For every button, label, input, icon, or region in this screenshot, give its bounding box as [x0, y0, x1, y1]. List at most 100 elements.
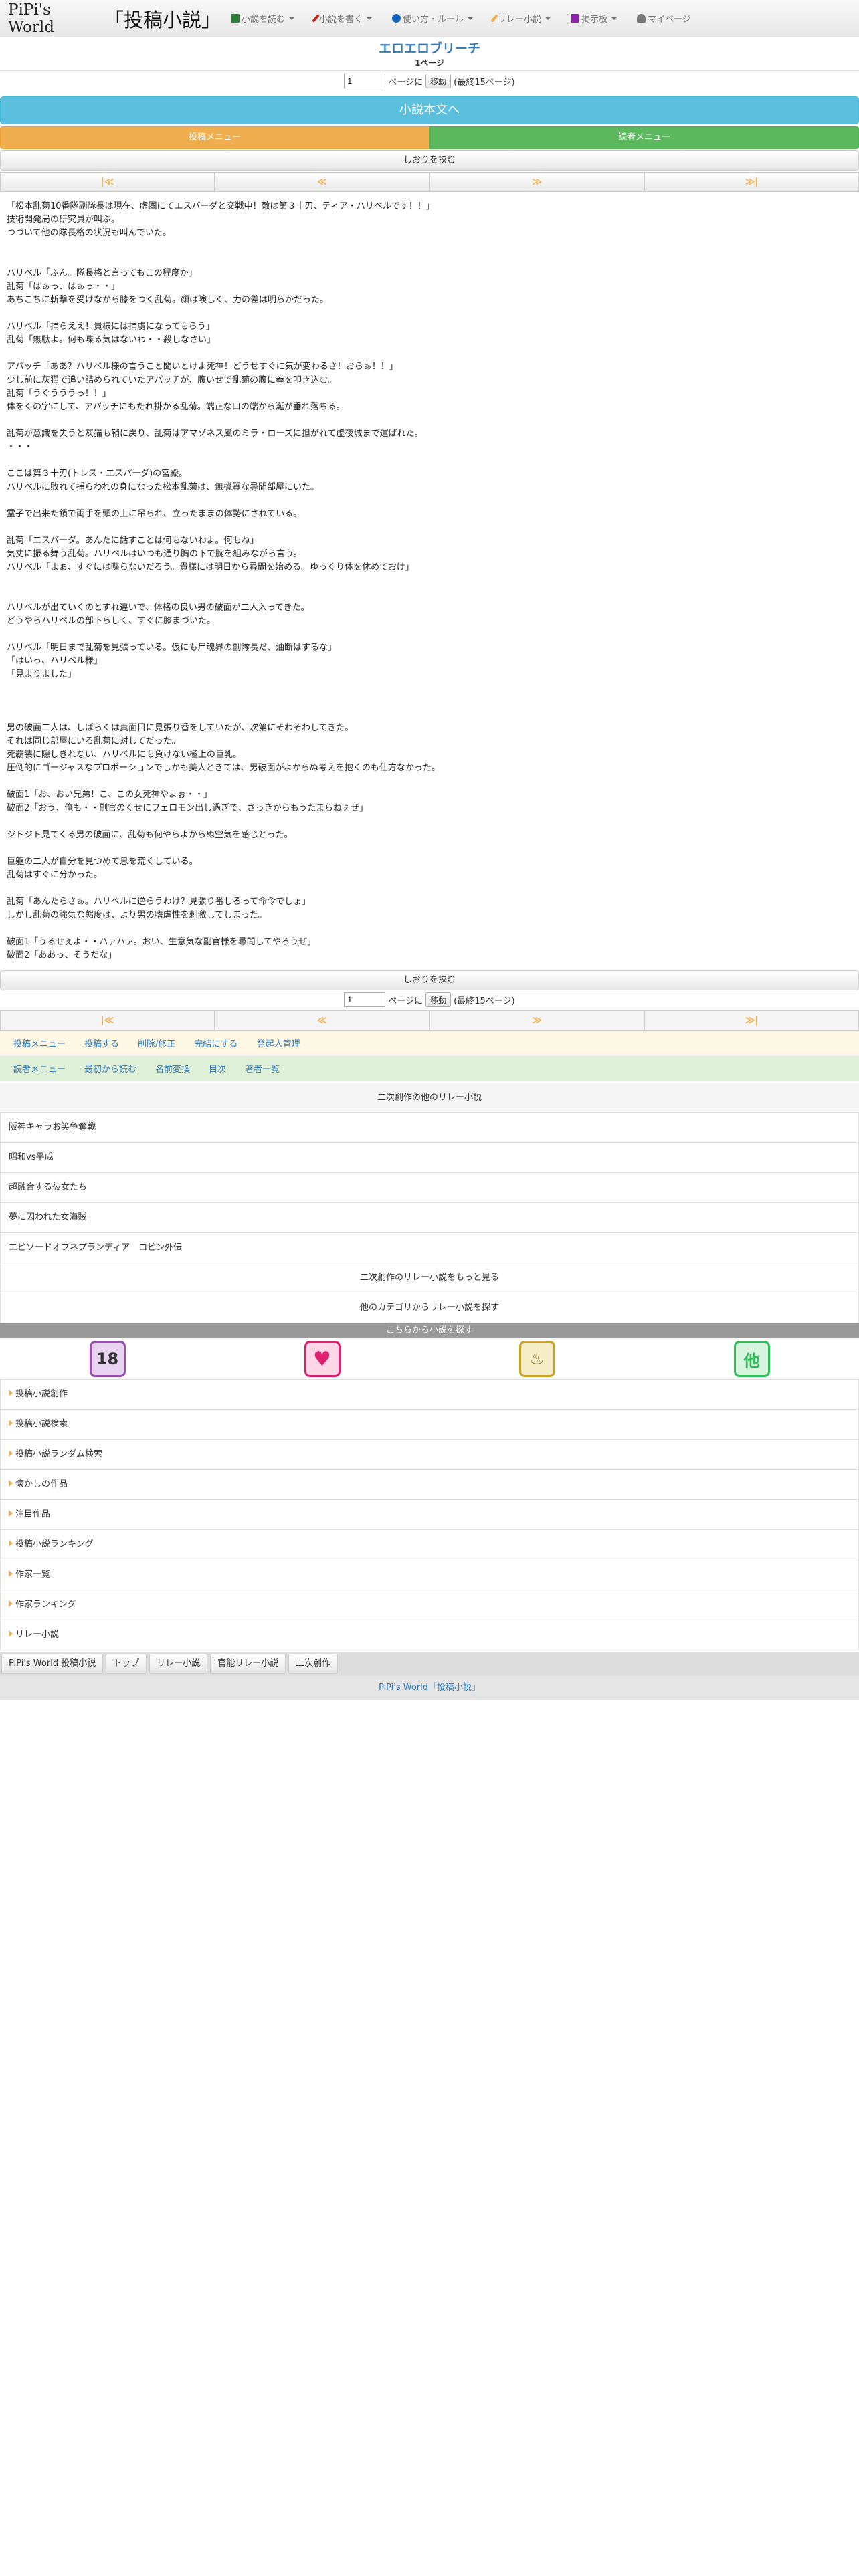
link-label: リレー小説 [15, 1630, 60, 1640]
novel-body-button[interactable]: 小説本文へ [0, 96, 859, 124]
other-icon[interactable]: 他 [733, 1341, 770, 1377]
prev-page-button[interactable]: ≪ [215, 1010, 430, 1031]
other-category-relay-link[interactable]: 他のカテゴリからリレー小説を探す [0, 1293, 859, 1323]
category-label: ♥ [313, 1347, 331, 1371]
story-line: しかし乱菊の強気な態度は、より男の嗜虐性を刺激してしまった。 [7, 910, 267, 920]
link-post-search[interactable]: 投稿小説検索 [0, 1409, 859, 1440]
link-author-list[interactable]: 作家一覧 [0, 1560, 859, 1590]
story-line: ハリベルが出ていくのとすれ違いで、体格の良い男の破面が二人入ってきた。 [7, 603, 310, 613]
link-author-ranking[interactable]: 作家ランキング [0, 1590, 859, 1620]
link-label: 作家ランキング [15, 1600, 76, 1610]
nav-bulletin-board[interactable]: 掲示板 [561, 0, 627, 37]
story-line [7, 628, 852, 641]
nav-read-novels[interactable]: 小説を読む [221, 0, 304, 37]
story-line: ハリベル「捕らええ！貴様には捕虜になってもらう」 [7, 322, 215, 332]
page-number-input[interactable] [344, 992, 386, 1007]
relay-item[interactable]: 夢に囚われた女海賊 [0, 1202, 859, 1233]
caret-down-icon [611, 17, 617, 20]
story-line: 破面2「ああっ、そうだな」 [7, 950, 117, 960]
story-line: 少し前に灰猫で追い詰められていたアパッチが、腹いせで乱菊の腹に拳を叩き込む。 [7, 375, 337, 385]
link-novel-ranking[interactable]: 投稿小説ランキング [0, 1529, 859, 1560]
breadcrumb-item[interactable]: トップ [106, 1654, 147, 1674]
bookmark-button-bottom[interactable]: しおりを挟む [0, 970, 859, 990]
footer-link[interactable]: PiPi's World「投稿小説」 [379, 1683, 480, 1693]
relay-item[interactable]: 昭和vs平成 [0, 1142, 859, 1173]
complete-link[interactable]: 完結にする [185, 1037, 247, 1049]
link-relay-novels[interactable]: リレー小説 [0, 1620, 859, 1650]
first-page-button[interactable]: |≪ [0, 1010, 215, 1031]
pencil-gold-icon [490, 14, 498, 23]
read-from-start-link[interactable]: 最初から読む [75, 1062, 146, 1075]
nav-write-novels[interactable]: 小説を書く [304, 0, 382, 37]
story-line [7, 521, 852, 534]
pencil-icon [312, 14, 320, 23]
story-line [7, 454, 852, 467]
animal-icon[interactable]: ♨ [518, 1341, 555, 1377]
name-convert-link[interactable]: 名前変換 [146, 1062, 199, 1075]
relay-item[interactable]: エピソードオブネプランディア ロビン外伝 [0, 1232, 859, 1263]
adult-18-icon[interactable]: 18 [89, 1341, 126, 1377]
last-page-button[interactable]: ≫| [644, 1010, 859, 1031]
triangle-right-icon [9, 1480, 13, 1487]
novel-title-box: エロエロブリーチ 1ページ [0, 37, 859, 71]
nav-label: マイページ [648, 15, 691, 25]
story-text: 「松本乱菊10番隊副隊長は現在、虚圏にてエスパーダと交戦中！敵は第３十刃、ティア… [0, 192, 859, 969]
breadcrumb-item[interactable]: PiPi's World 投稿小説 [1, 1654, 104, 1674]
link-label: 投稿小説検索 [15, 1419, 68, 1429]
breadcrumb-item[interactable]: 官能リレー小説 [210, 1654, 286, 1674]
prev-page-button[interactable]: ≪ [215, 172, 430, 192]
link-label: 投稿小説創作 [15, 1389, 68, 1399]
story-line [7, 681, 852, 695]
novel-title-link[interactable]: エロエロブリーチ [0, 40, 859, 58]
breadcrumb-item[interactable]: リレー小説 [149, 1654, 208, 1674]
author-list-link[interactable]: 著者一覧 [235, 1062, 289, 1075]
last-page-button[interactable]: ≫| [644, 172, 859, 192]
page-number-input[interactable] [344, 74, 386, 88]
top-navbar: PiPi's World 「投稿小説」 小説を読む 小説を書く 使い方・ルール … [0, 0, 859, 37]
pager-top: |≪ ≪ ≫ ≫| [0, 172, 859, 192]
caret-down-icon [468, 17, 474, 20]
story-line: 乱菊「うぐうううっ！！」 [7, 389, 111, 399]
delete-edit-link[interactable]: 削除/修正 [128, 1037, 185, 1049]
toc-link[interactable]: 目次 [199, 1062, 235, 1075]
post-menu-link[interactable]: 投稿メニュー [4, 1037, 75, 1049]
site-logo[interactable]: PiPi's World 「投稿小説」 [0, 0, 221, 37]
story-line: ハリベル「明日まで乱菊を見張っている。仮にも尸魂界の副隊長だ、油断はするな」 [7, 643, 337, 653]
nav-label: 小説を読む [242, 15, 286, 25]
reader-menu-button[interactable]: 読者メニュー [430, 126, 859, 149]
reader-menu-link[interactable]: 読者メニュー [4, 1062, 75, 1075]
caret-down-icon [545, 17, 551, 20]
reader-menu-bar: 読者メニュー 最初から読む 名前変換 目次 著者一覧 [0, 1056, 859, 1081]
next-page-button[interactable]: ≫ [430, 1010, 644, 1031]
bookmark-button-top[interactable]: しおりを挟む [0, 150, 859, 171]
move-button[interactable]: 移動 [425, 992, 452, 1007]
nav-usage-rules[interactable]: 使い方・ルール [382, 0, 483, 37]
nav-menu: 小説を読む 小説を書く 使い方・ルール リレー小説 掲示板 マイページ [221, 0, 701, 37]
more-relay-link[interactable]: 二次創作のリレー小説をもっと見る [0, 1263, 859, 1293]
breadcrumb-item[interactable]: 二次創作 [288, 1654, 339, 1674]
relay-item[interactable]: 超融合する彼女たち [0, 1172, 859, 1203]
footer: PiPi's World「投稿小説」 [0, 1676, 859, 1700]
link-random-search[interactable]: 投稿小説ランダム検索 [0, 1439, 859, 1470]
story-line: 「はいっ、ハリベル様」 [7, 656, 103, 666]
link-label: 懐かしの作品 [15, 1479, 68, 1489]
story-line: 破面2「おう、俺も・・副官のくせにフェロモン出し過ぎで、さっきからもうたまらねぇ… [7, 803, 368, 813]
founder-manage-link[interactable]: 発起人管理 [248, 1037, 310, 1049]
next-page-button[interactable]: ≫ [430, 172, 644, 192]
story-line: 体をくの字にして、アパッチにもたれ掛かる乱菊。端正な口の端から涎が垂れ落ちる。 [7, 402, 345, 412]
story-line [7, 414, 852, 427]
nav-relay-novels[interactable]: リレー小説 [483, 0, 561, 37]
link-nostalgic-works[interactable]: 懐かしの作品 [0, 1469, 859, 1500]
nav-my-page[interactable]: マイページ [627, 0, 701, 37]
heart-icon[interactable]: ♥ [304, 1341, 341, 1377]
post-link[interactable]: 投稿する [75, 1037, 128, 1049]
triangle-right-icon [9, 1570, 13, 1577]
story-line [7, 253, 852, 267]
move-button[interactable]: 移動 [425, 74, 452, 88]
post-menu-button[interactable]: 投稿メニュー [0, 126, 430, 149]
relay-item[interactable]: 阪神キャラお笑争奪戦 [0, 1112, 859, 1143]
link-post-creation[interactable]: 投稿小説創作 [0, 1379, 859, 1410]
story-line: 破面1「お、おい兄弟！こ、この女死神やよぉ・・」 [7, 790, 213, 800]
first-page-button[interactable]: |≪ [0, 172, 215, 192]
link-featured-works[interactable]: 注目作品 [0, 1499, 859, 1530]
